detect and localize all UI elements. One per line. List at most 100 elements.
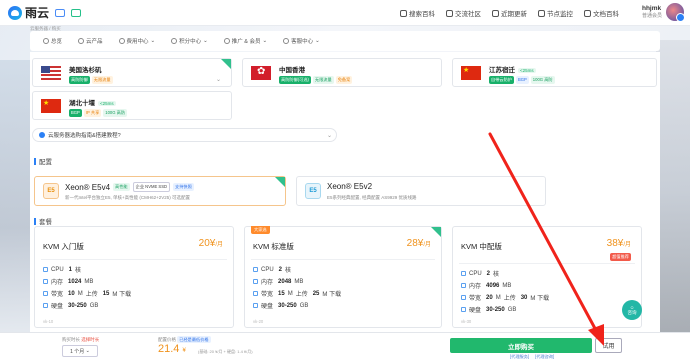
top-links: 搜索百科 交流社区 近期更新 节点监控 文档百科 [400,0,619,26]
spec-label: 内存 [51,280,64,286]
spec-value: 10 [68,290,75,297]
bandwidth-icon [43,291,48,296]
wechat-icon[interactable] [71,8,82,17]
plan-price: 20¥/月 [199,238,223,249]
spec-label: 带宽 [261,292,274,298]
top-link-updates[interactable]: 近期更新 [492,8,527,18]
top-link-search[interactable]: 搜索百科 [400,8,435,18]
spec-label: CPU [469,270,482,277]
period-select[interactable]: 1 个月 ⌄ [62,345,98,357]
plan-name: KVM 中配版 [461,242,502,251]
top-link-label: 节点监控 [547,11,573,18]
plan-code: vk-20 [253,319,264,324]
memory-icon [461,283,466,288]
region-tag: 高防防御 [69,76,90,84]
region-name: 江苏宿迁 <25ms [489,64,536,74]
avatar[interactable] [666,3,685,22]
nav-label: 客服中心 [291,39,314,45]
chevron-down-icon[interactable]: ⌄ [216,76,221,83]
period-label: 购买时长 选择时长 [62,337,99,343]
plan-card-basic[interactable]: KVM 入门版 20¥/月 CPU 1 核 内存 1024 MB 带宽 10 M 上传 15 M … [34,226,234,328]
spec-value: 1 [68,266,73,273]
search-icon [400,9,407,17]
buy-now-button[interactable]: 立即购买 [450,338,592,353]
config-option-e5v2[interactable]: E5 Xeon® E5v2 E5系列经典配置, 经典配置 AS9929 优质线路 [296,176,546,206]
spec-memory: 内存 4096 MB [461,281,511,290]
spec-value: 30-250 [278,302,297,309]
total-price-unit: ¥ [182,348,186,354]
home-icon [43,38,49,44]
spec-disk: 硬盘 30-250 GB [461,305,516,314]
cpu-badge: E5 [305,183,321,199]
spec-label: 硬盘 [51,304,64,310]
bandwidth-icon [461,295,466,300]
support-icon [283,38,290,44]
cpu-icon [461,271,466,276]
spec-cpu: CPU 2 核 [253,265,291,274]
total-price: 21.4 ¥ [158,343,186,355]
nav-item-support[interactable]: 客服中心 ⌄ [278,35,325,47]
cpu-badge: E5 [43,183,59,199]
spec-unit: M 下载 [322,292,342,298]
chat-button[interactable]: ☺ 咨询 [622,300,642,320]
nav-item-points[interactable]: 积分中心 ⌄ [166,35,213,47]
plan-price-value: 28¥ [406,238,424,249]
config-option-e5v4[interactable]: E5 Xeon® E5v4 高性能 企业 NVME SSD 支持快照 新一代In… [34,176,286,206]
plan-corner-badge: 大家选 [251,226,270,234]
nav-item-overview[interactable]: 总览 [38,35,67,47]
plan-price-value: 20¥ [198,238,216,249]
guide-link[interactable]: 云服务器选购指南&搭建教程? ⌄ [32,128,337,142]
plan-card-standard[interactable]: 大家选 KVM 标准版 28¥/月 CPU 2 核 内存 2048 MB 带宽 15 M 上传… [244,226,442,328]
disk-icon [461,307,466,312]
region-option-us-la[interactable]: 美国洛杉矶 高防防御 无限流量 ⌄ [32,58,232,87]
docs-icon [584,9,591,17]
spec-unit: M 下载 [530,296,550,302]
plan-code: vk-30 [461,319,472,324]
region-name-text: 湖北十堰 [69,100,95,107]
region-ping: <25ms [98,101,116,106]
spec-label: 带宽 [51,292,64,298]
top-link-monitor[interactable]: 节点监控 [538,8,573,18]
trial-button[interactable]: 试用 [595,338,622,353]
spec-value: 25 [312,290,320,297]
plan-code: vk-10 [43,319,54,324]
user-menu[interactable]: hhjmk 普通会员 [641,3,685,22]
logo-icon [8,5,22,20]
top-bar: 雨云 搜索百科 交流社区 近期更新 节点监控 文档百科 hhjmk 普通会员 [0,0,690,26]
spec-unit: 核 [493,272,500,278]
agent-service-link[interactable]: [代理服务] [510,354,529,360]
region-option-shiyan[interactable]: 湖北十堰<25ms BGP IP 共享 100G 高防 [32,91,232,120]
top-link-label: 文档百科 [593,11,619,18]
spec-cpu: CPU 2 核 [461,269,499,278]
nav-item-promo[interactable]: 推广 & 会员 ⌄ [219,35,272,47]
top-link-community[interactable]: 交流社区 [446,8,481,18]
user-name: hhjmk [641,5,662,12]
spec-value: 15 [102,290,110,297]
region-tag: BGP [69,109,82,117]
agent-consult-link[interactable]: [代理咨询] [535,354,554,360]
spec-value: 4096 [486,282,500,289]
cn-flag-icon [461,66,481,80]
plan-name: KVM 标准版 [253,242,294,251]
spec-value: 30-250 [68,302,87,309]
plan-price-unit: /月 [423,242,431,248]
region-name: 美国洛杉矶 [69,67,102,74]
spec-unit: 核 [75,268,82,274]
bandwidth-icon [253,291,258,296]
top-link-docs[interactable]: 文档百科 [584,8,619,18]
spec-value: 1024 [68,278,82,285]
region-tag: BGP [515,76,529,84]
plan-card-medium[interactable]: KVM 中配版 38¥/月 超值推荐 CPU 2 核 内存 4096 MB 带宽 20 M 上… [452,226,642,328]
nav-item-cloud[interactable]: 云产品 [73,35,108,47]
mobile-icon[interactable] [55,8,66,17]
region-tag: IP 共享 [83,109,102,117]
region-name: 中国香港 [279,67,305,74]
config-name: Xeon® E5v2 [327,182,372,191]
region-option-suqian[interactable]: 江苏宿迁<25ms 自带云防护 BGP 100G 高防 [452,58,657,87]
region-option-hk[interactable]: 中国香港 高防防御(可选) 无限流量 免备案 [242,58,442,87]
nav-item-billing[interactable]: 费用中心 ⌄ [114,35,161,47]
top-link-label: 近期更新 [501,11,527,18]
logo[interactable]: 雨云 [8,4,49,21]
divider [251,259,435,260]
disk-icon [43,303,48,308]
